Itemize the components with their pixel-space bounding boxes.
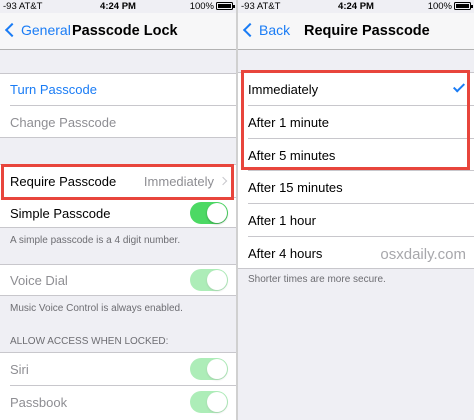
require-passcode-label: Require Passcode (10, 173, 117, 189)
voice-control-note: Music Voice Control is always enabled. (10, 303, 183, 314)
option-label: After 1 minute (248, 114, 329, 130)
back-button[interactable]: General (4, 22, 71, 38)
option-label: After 4 hours (248, 245, 323, 261)
back-button[interactable]: Back (242, 22, 290, 38)
voice-dial-toggle[interactable] (190, 269, 228, 291)
simple-passcode-row: Simple Passcode (0, 197, 236, 229)
siri-toggle[interactable] (190, 358, 228, 380)
option-after-1-hour[interactable]: After 1 hour (238, 204, 474, 236)
passbook-toggle[interactable] (190, 391, 228, 413)
siri-label: Siri (10, 361, 29, 377)
battery-status: 100% (189, 1, 235, 12)
security-note: Shorter times are more secure. (248, 274, 386, 285)
simple-passcode-note: A simple passcode is a 4 digit number. (10, 235, 181, 246)
page-title: Passcode Lock (72, 23, 178, 39)
option-label: After 15 minutes (248, 179, 343, 195)
chevron-left-icon (242, 22, 258, 38)
back-button-label: General (21, 22, 71, 38)
allow-access-header: ALLOW ACCESS WHEN LOCKED: (10, 336, 169, 347)
change-passcode-button[interactable]: Change Passcode (0, 106, 236, 138)
turn-passcode-label: Turn Passcode (10, 81, 97, 97)
page-title: Require Passcode (304, 23, 430, 39)
option-after-1-minute[interactable]: After 1 minute (238, 106, 474, 138)
simple-passcode-toggle[interactable] (190, 202, 228, 224)
voice-dial-row: Voice Dial (0, 264, 236, 296)
turn-passcode-button[interactable]: Turn Passcode (0, 73, 236, 105)
require-passcode-value: Immediately (143, 173, 214, 189)
voice-dial-label: Voice Dial (10, 272, 68, 288)
require-passcode-row[interactable]: Require Passcode Immediately (0, 165, 236, 197)
option-label: Immediately (248, 81, 319, 97)
navigation-bar: General Passcode Lock (0, 13, 236, 50)
battery-percent: 100% (189, 1, 214, 12)
option-label: After 1 hour (248, 212, 316, 228)
option-after-15-minutes[interactable]: After 15 minutes (238, 171, 474, 203)
battery-icon (216, 2, 235, 10)
status-bar: -93 AT&T 4:24 PM 100% (0, 0, 236, 13)
passbook-label: Passbook (10, 394, 68, 410)
navigation-bar: Back Require Passcode (238, 13, 474, 50)
status-bar: -93 AT&T 4:24 PM 100% (238, 0, 474, 13)
battery-icon (454, 2, 473, 10)
passbook-row: Passbook (0, 386, 236, 418)
siri-row: Siri (0, 353, 236, 385)
require-passcode-screen: -93 AT&T 4:24 PM 100% Back Require Passc… (238, 0, 474, 420)
option-label: After 5 minutes (248, 147, 336, 163)
watermark: osxdaily.com (380, 246, 466, 263)
option-after-5-minutes[interactable]: After 5 minutes (238, 139, 474, 171)
chevron-left-icon (4, 22, 20, 38)
checkmark-icon (452, 80, 466, 93)
battery-status: 100% (427, 1, 473, 12)
passcode-lock-screen: -93 AT&T 4:24 PM 100% General Passcode L… (0, 0, 236, 420)
change-passcode-label: Change Passcode (10, 114, 117, 130)
simple-passcode-label: Simple Passcode (10, 205, 111, 221)
chevron-right-icon (218, 176, 228, 186)
back-button-label: Back (259, 22, 291, 38)
battery-percent: 100% (427, 1, 452, 12)
option-immediately[interactable]: Immediately (238, 73, 474, 105)
